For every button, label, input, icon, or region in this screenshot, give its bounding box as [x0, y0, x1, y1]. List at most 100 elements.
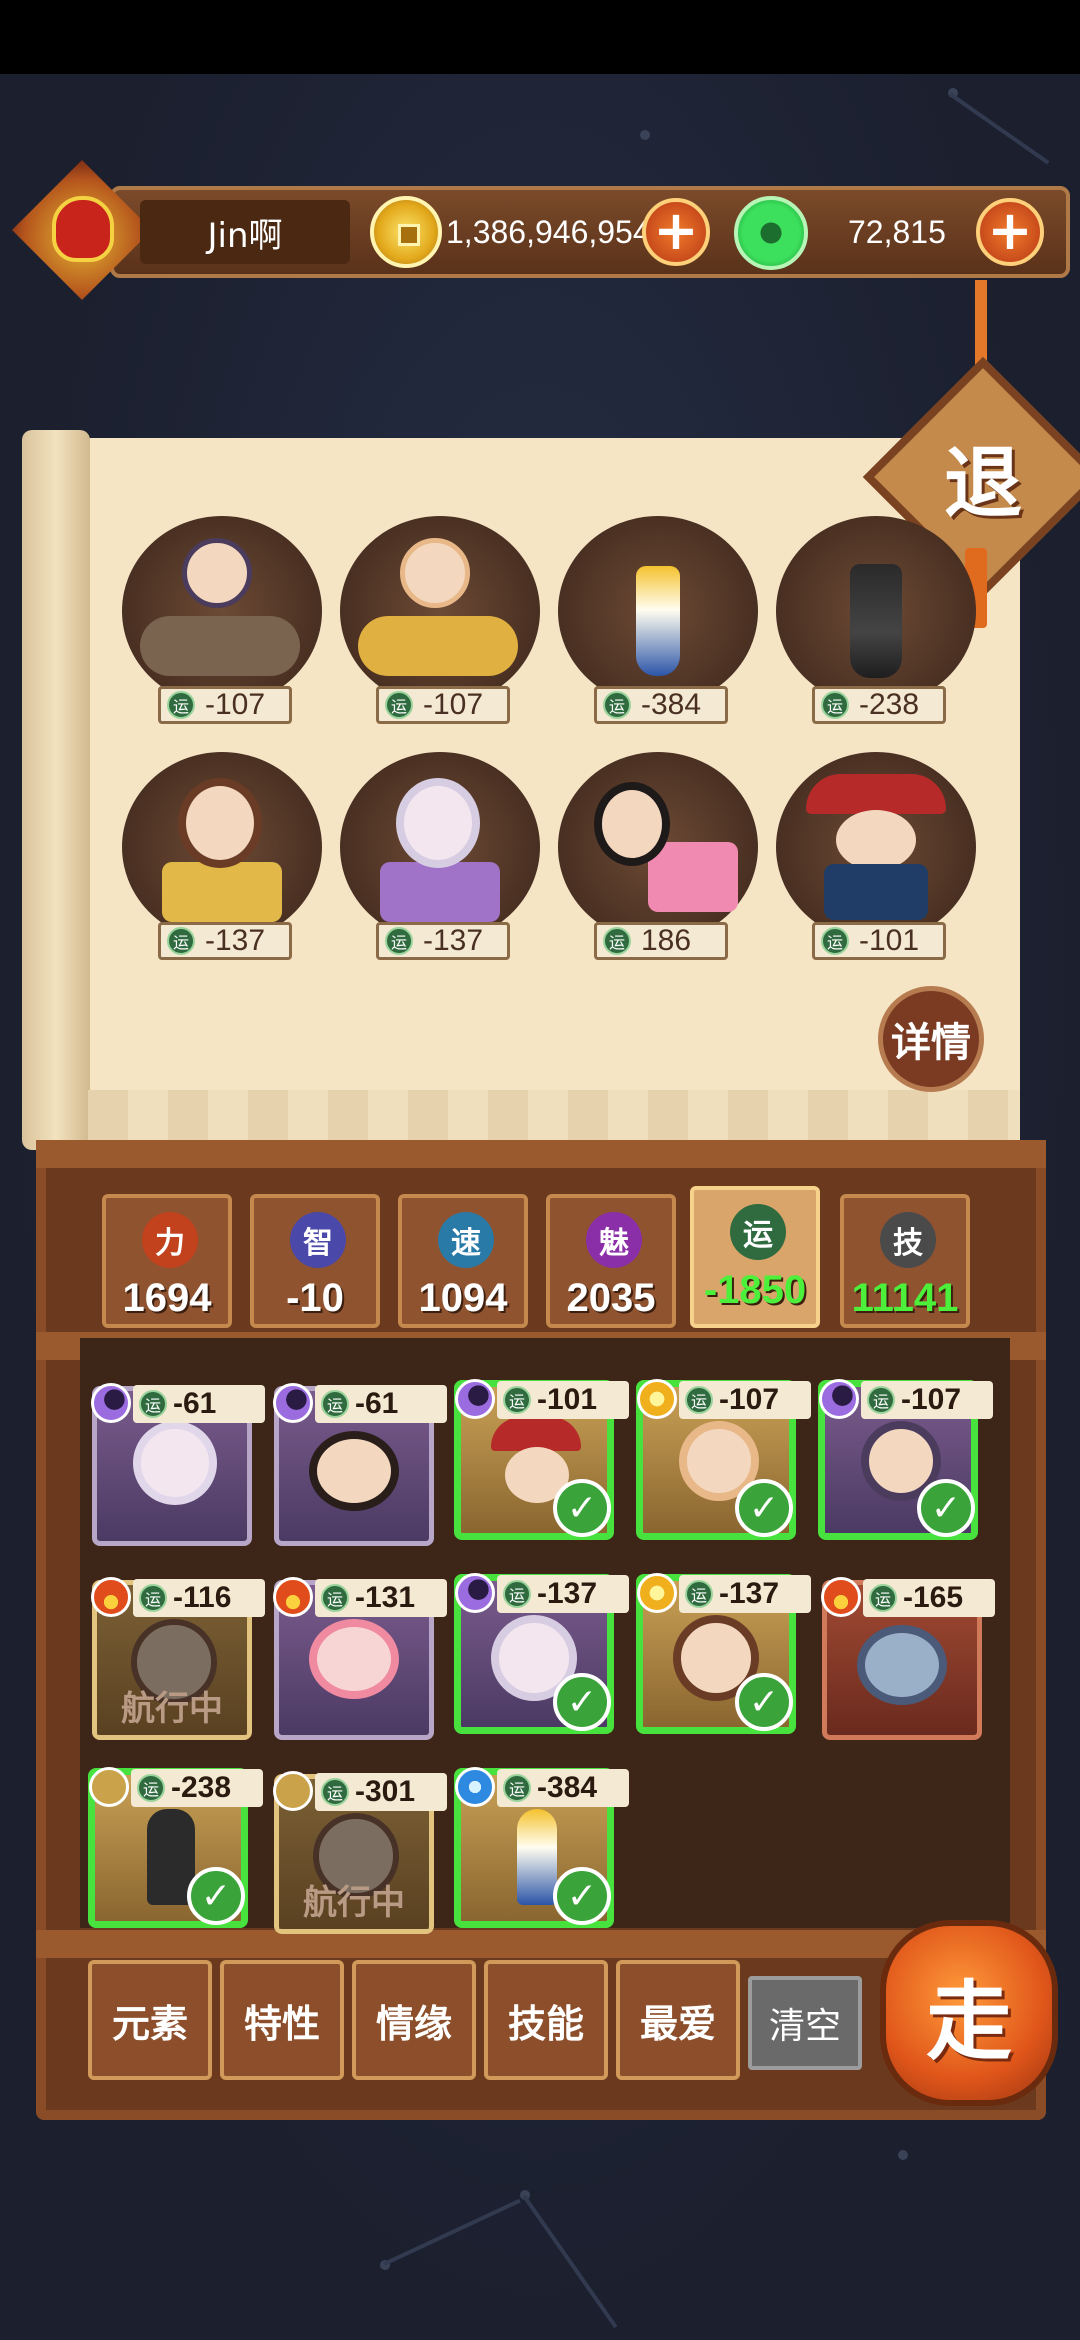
- skill-icon: 技: [880, 1212, 936, 1268]
- hero-luck-badge: 运 -107: [861, 1381, 993, 1419]
- hero-card[interactable]: 运 -301 航行中: [273, 1771, 447, 1934]
- lineup-slot[interactable]: 运 -107: [340, 516, 540, 724]
- fire-icon: [273, 1577, 313, 1617]
- stat-speed[interactable]: 速 1094: [398, 1194, 528, 1328]
- character-head-icon: [400, 538, 470, 608]
- luck-icon: 运: [685, 1580, 713, 1608]
- hero-card[interactable]: 运 -131: [273, 1577, 447, 1740]
- detail-button[interactable]: 详情: [878, 986, 984, 1092]
- mask-icon: [52, 196, 114, 262]
- filter-skill-button[interactable]: 技能: [484, 1960, 608, 2080]
- scroll-roller: [22, 430, 90, 1150]
- add-jade-button[interactable]: +: [976, 198, 1044, 266]
- character-icon: [133, 1421, 217, 1505]
- luck-icon: 运: [139, 1584, 167, 1612]
- sailing-status: 航行中: [303, 1883, 405, 1923]
- sailing-status: 航行中: [121, 1689, 223, 1729]
- hero-card[interactable]: 运 -107 ✓: [636, 1379, 811, 1540]
- hero-luck-badge: 运 -116: [133, 1579, 265, 1617]
- check-icon: ✓: [187, 1867, 245, 1925]
- tank-icon: [140, 616, 300, 676]
- stat-value: 11141: [851, 1276, 959, 1320]
- jade-amount: 72,815: [848, 213, 946, 250]
- coin-icon: [370, 196, 442, 268]
- hero-card[interactable]: 运 -165: [821, 1577, 995, 1740]
- stat-value: -10: [286, 1276, 344, 1320]
- filter-trait-button[interactable]: 特性: [220, 1960, 344, 2080]
- white-chess-piece-icon: [636, 566, 680, 676]
- stat-skill[interactable]: 技 11141: [840, 1194, 970, 1328]
- stat-strength[interactable]: 力 1694: [102, 1194, 232, 1328]
- lineup-slot[interactable]: 运 -137: [122, 752, 322, 960]
- hero-luck-badge: 运 -384: [497, 1769, 629, 1807]
- hero-card[interactable]: 运 -137 ✓: [636, 1573, 811, 1734]
- lineup-slot[interactable]: 运 -238: [776, 516, 976, 724]
- luck-icon: 运: [503, 1386, 531, 1414]
- hero-luck-value: -137: [537, 1577, 598, 1610]
- hero-card[interactable]: 运 -101 ✓: [454, 1379, 629, 1540]
- lineup-luck-value: -107: [205, 688, 266, 721]
- hero-card[interactable]: 运 -137 ✓: [454, 1573, 629, 1734]
- hero-luck-value: -101: [537, 1383, 598, 1416]
- lineup-slot[interactable]: 运 -107: [122, 516, 322, 724]
- hero-card[interactable]: 运 -107 ✓: [818, 1379, 993, 1540]
- go-button[interactable]: 走: [880, 1920, 1058, 2106]
- hero-card[interactable]: 运 -61: [91, 1383, 265, 1546]
- stat-charm[interactable]: 魅 2035: [546, 1194, 676, 1328]
- hero-card[interactable]: 运 -238 ✓: [88, 1767, 263, 1928]
- filter-element-button[interactable]: 元素: [88, 1960, 212, 2080]
- stat-value: 1694: [122, 1276, 212, 1320]
- stat-value: 1094: [418, 1276, 508, 1320]
- luck-icon: 运: [321, 1778, 349, 1806]
- clear-button[interactable]: 清空: [748, 1976, 862, 2070]
- lineup-luck-badge: 运 -107: [158, 686, 292, 724]
- check-icon: ✓: [735, 1673, 793, 1731]
- gold-amount: 1,386,946,954: [446, 213, 651, 250]
- fire-icon: [821, 1577, 861, 1617]
- hero-luck-value: -107: [719, 1383, 780, 1416]
- status-bar: [0, 0, 1080, 74]
- stat-luck[interactable]: 运 -1850: [690, 1186, 820, 1328]
- filter-bond-button[interactable]: 情缘: [352, 1960, 476, 2080]
- hero-luck-value: -61: [173, 1387, 217, 1420]
- hero-luck-value: -116: [173, 1581, 232, 1614]
- character-icon: [309, 1431, 399, 1511]
- luck-icon: 运: [685, 1386, 713, 1414]
- moon-icon: [273, 1383, 313, 1423]
- stat-value: 2035: [566, 1276, 656, 1320]
- lineup-luck-value: 186: [641, 924, 692, 957]
- fire-icon: [91, 1577, 131, 1617]
- luck-icon: 运: [503, 1774, 531, 1802]
- check-icon: ✓: [917, 1479, 975, 1537]
- lineup-slot[interactable]: 运 -101: [776, 752, 976, 960]
- check-icon: ✓: [553, 1867, 611, 1925]
- character-body-icon: [162, 862, 282, 922]
- character-body-icon: [824, 864, 928, 920]
- lineup-luck-value: -137: [205, 924, 266, 957]
- lineup-luck-badge: 运 -107: [376, 686, 510, 724]
- hero-luck-badge: 运 -301: [315, 1773, 447, 1811]
- add-gold-button[interactable]: +: [642, 198, 710, 266]
- hero-card[interactable]: 运 -116 航行中: [91, 1577, 265, 1740]
- check-icon: ✓: [735, 1479, 793, 1537]
- earth-icon: [273, 1771, 313, 1811]
- stat-intelligence[interactable]: 智 -10: [250, 1194, 380, 1328]
- luck-icon: 运: [869, 1584, 897, 1612]
- lineup-slot[interactable]: 运 186: [558, 752, 758, 960]
- hero-luck-badge: 运 -101: [497, 1381, 629, 1419]
- luck-icon: 运: [139, 1390, 167, 1418]
- check-icon: ✓: [553, 1479, 611, 1537]
- lineup-luck-value: -137: [423, 924, 484, 957]
- moon-icon: [455, 1573, 495, 1613]
- filter-favorite-button[interactable]: 最爱: [616, 1960, 740, 2080]
- hero-luck-badge: 运 -61: [315, 1385, 447, 1423]
- lineup-slot[interactable]: 运 -384: [558, 516, 758, 724]
- intelligence-icon: 智: [290, 1212, 346, 1268]
- hero-luck-value: -137: [719, 1577, 780, 1610]
- hero-card[interactable]: 运 -384 ✓: [454, 1767, 629, 1928]
- lineup-slot[interactable]: 运 -137: [340, 752, 540, 960]
- lineup-luck-badge: 运 -101: [812, 922, 946, 960]
- hero-card[interactable]: 运 -61: [273, 1383, 447, 1546]
- stat-value: -1850: [703, 1268, 807, 1312]
- hero-luck-badge: 运 -61: [133, 1385, 265, 1423]
